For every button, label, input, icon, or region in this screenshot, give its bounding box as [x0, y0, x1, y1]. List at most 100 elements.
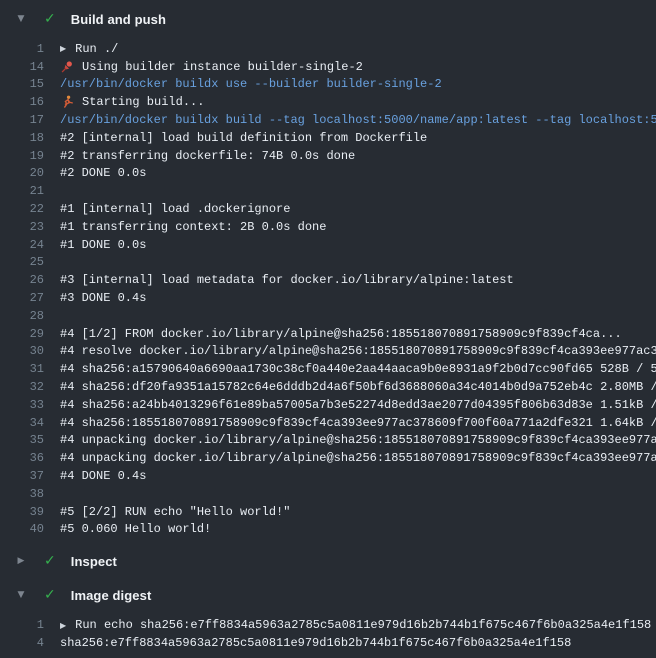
line-number[interactable]: 20	[0, 166, 44, 180]
log-line: 38	[0, 485, 656, 503]
chevron-down-icon[interactable]: ▼	[14, 14, 28, 24]
log-line: 36 #4 unpacking docker.io/library/alpine@…	[0, 449, 656, 467]
line-number[interactable]: 34	[0, 416, 44, 430]
line-number[interactable]: 16	[0, 95, 44, 109]
line-number[interactable]: 1	[0, 618, 44, 632]
log-content: #4 unpacking docker.io/library/alpine@sh…	[60, 433, 656, 447]
log-content: #4 resolve docker.io/library/alpine@sha2…	[60, 344, 656, 358]
log-line: 15/usr/bin/docker buildx use --builder b…	[0, 76, 656, 94]
log-text: #1 transferring context: 2B 0.0s done	[60, 220, 326, 234]
log-text: #1 [internal] load .dockerignore	[60, 202, 290, 216]
log-line: 20 #2 DONE 0.0s	[0, 165, 656, 183]
log-line: 32 #4 sha256:df20fa9351a15782c64e6dddb2d4…	[0, 378, 656, 396]
log-line: 17/usr/bin/docker buildx build --tag loc…	[0, 111, 656, 129]
section-header-image-digest[interactable]: ▼ ✓ Image digest	[0, 578, 656, 612]
run-toggle-icon[interactable]: ▶	[60, 621, 66, 630]
line-number[interactable]: 1	[0, 42, 44, 56]
line-number[interactable]: 24	[0, 238, 44, 252]
log-text: #2 transferring dockerfile: 74B 0.0s don…	[60, 149, 355, 163]
line-number[interactable]: 22	[0, 202, 44, 216]
log-line: 40 #5 0.060 Hello world!	[0, 521, 656, 539]
log-content: /usr/bin/docker buildx build --tag local…	[60, 113, 656, 127]
line-number[interactable]: 15	[0, 77, 44, 91]
line-number[interactable]: 33	[0, 398, 44, 412]
log-content: #1 transferring context: 2B 0.0s done	[60, 220, 656, 234]
line-number[interactable]: 39	[0, 505, 44, 519]
log-content: Starting build...	[60, 95, 656, 109]
log-text: /usr/bin/docker buildx build --tag local…	[60, 113, 656, 127]
line-number[interactable]: 28	[0, 309, 44, 323]
log-text: #4 [1/2] FROM docker.io/library/alpine@s…	[60, 327, 622, 341]
log-line: 26 #3 [internal] load metadata for docker…	[0, 271, 656, 289]
log-text: #4 unpacking docker.io/library/alpine@sh…	[60, 451, 656, 465]
log-text: #4 sha256:a24bb4013296f61e89ba57005a7b3e…	[60, 398, 656, 412]
line-number[interactable]: 36	[0, 451, 44, 465]
log-content: #3 DONE 0.4s	[60, 291, 656, 305]
log-text: /usr/bin/docker buildx use --builder bui…	[60, 77, 442, 91]
chevron-right-icon[interactable]: ▶	[14, 556, 28, 566]
log-line: 16 Starting build...	[0, 93, 656, 111]
log-text: #1 DONE 0.0s	[60, 238, 146, 252]
line-number[interactable]: 18	[0, 131, 44, 145]
line-number[interactable]: 30	[0, 344, 44, 358]
log-content: #4 sha256:df20fa9351a15782c64e6dddb2d4a6…	[60, 380, 656, 394]
log-content: #3 [internal] load metadata for docker.i…	[60, 273, 656, 287]
section-header-inspect[interactable]: ▶✓Inspect	[0, 544, 656, 578]
line-number[interactable]: 17	[0, 113, 44, 127]
line-number[interactable]: 27	[0, 291, 44, 305]
line-number[interactable]: 35	[0, 433, 44, 447]
log-line: 19 #2 transferring dockerfile: 74B 0.0s d…	[0, 147, 656, 165]
line-number[interactable]: 40	[0, 522, 44, 536]
line-number[interactable]: 31	[0, 362, 44, 376]
log-line: 23 #1 transferring context: 2B 0.0s done	[0, 218, 656, 236]
line-number[interactable]: 19	[0, 149, 44, 163]
section-title: Image digest	[71, 588, 152, 603]
log-text: #3 [internal] load metadata for docker.i…	[60, 273, 514, 287]
line-number[interactable]: 26	[0, 273, 44, 287]
log-content: #1 [internal] load .dockerignore	[60, 202, 656, 216]
log-line: 1 ▶Run echo sha256:e7ff8834a5963a2785c5a0…	[0, 616, 656, 634]
log-content: #5 0.060 Hello world!	[60, 522, 656, 536]
log-line: 14Using builder instance builder-single-…	[0, 58, 656, 76]
line-number[interactable]: 32	[0, 380, 44, 394]
log-line: 30 #4 resolve docker.io/library/alpine@sh…	[0, 343, 656, 361]
log-line: 1 ▶ Run ./	[0, 40, 656, 58]
log-line: 29 #4 [1/2] FROM docker.io/library/alpine…	[0, 325, 656, 343]
check-icon: ✓	[44, 12, 56, 26]
line-number[interactable]: 38	[0, 487, 44, 501]
log-line: 27 #3 DONE 0.4s	[0, 289, 656, 307]
line-number[interactable]: 14	[0, 60, 44, 74]
log-line: 35 #4 unpacking docker.io/library/alpine@…	[0, 432, 656, 450]
log-text: #4 unpacking docker.io/library/alpine@sh…	[60, 433, 656, 447]
log-line: 34 #4 sha256:185518070891758909c9f839cf4c…	[0, 414, 656, 432]
log-content: ▶Run echo sha256:e7ff8834a5963a2785c5a08…	[60, 618, 656, 632]
log-line: 22 #1 [internal] load .dockerignore	[0, 200, 656, 218]
log-content: ▶ Run ./	[60, 42, 656, 56]
check-icon: ✓	[44, 588, 56, 602]
line-number[interactable]: 29	[0, 327, 44, 341]
log-text: #5 0.060 Hello world!	[60, 522, 211, 536]
line-number[interactable]: 4	[0, 636, 44, 650]
chevron-down-icon[interactable]: ▼	[14, 590, 28, 600]
line-number[interactable]: 21	[0, 184, 44, 198]
log-content: #5 [2/2] RUN echo "Hello world!"	[60, 505, 656, 519]
log-line: 25	[0, 254, 656, 272]
log-text: #2 DONE 0.0s	[60, 166, 146, 180]
run-toggle-icon[interactable]: ▶	[60, 44, 66, 53]
line-number[interactable]: 37	[0, 469, 44, 483]
log-text: Run ./	[75, 42, 118, 56]
log-content: #2 DONE 0.0s	[60, 166, 656, 180]
section-title: Inspect	[71, 554, 117, 569]
log-line: 21	[0, 182, 656, 200]
log-content: #4 sha256:185518070891758909c9f839cf4ca3…	[60, 416, 656, 430]
log-content: sha256:e7ff8834a5963a2785c5a0811e979d16b…	[60, 636, 656, 650]
line-number[interactable]: 23	[0, 220, 44, 234]
log-text: #3 DONE 0.4s	[60, 291, 146, 305]
log-lines-image-digest: 1 ▶Run echo sha256:e7ff8834a5963a2785c5a0…	[0, 612, 656, 652]
workflow-log: ▼✓Build and push1▶Run ./14Using builder …	[0, 2, 656, 652]
log-text: #5 [2/2] RUN echo "Hello world!"	[60, 505, 290, 519]
log-line: 31#4 sha256:a15790640a6690aa1730c38cf0a4…	[0, 360, 656, 378]
line-number[interactable]: 25	[0, 255, 44, 269]
section-header-build-and-push[interactable]: ▼✓Build and push	[0, 2, 656, 36]
log-text: sha256:e7ff8834a5963a2785c5a0811e979d16b…	[60, 636, 571, 650]
